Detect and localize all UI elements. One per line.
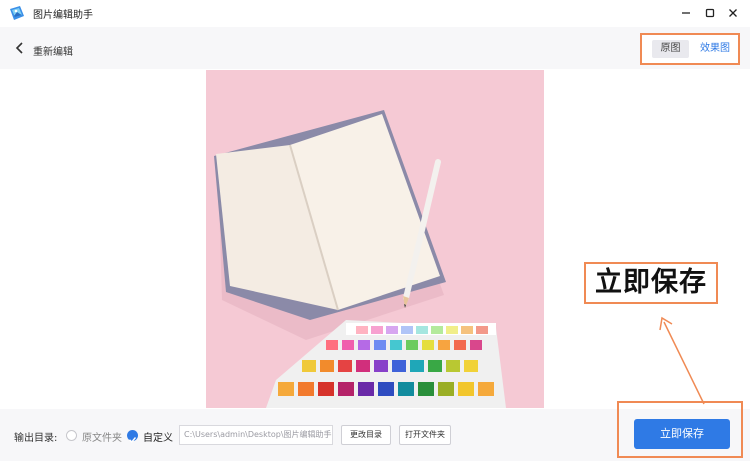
radio-source-folder-label[interactable]: 原文件夹 bbox=[82, 429, 122, 444]
title-bar: 图片编辑助手 bbox=[0, 0, 750, 27]
radio-source-folder[interactable] bbox=[66, 430, 77, 441]
radio-custom[interactable] bbox=[127, 430, 138, 444]
back-chevron-icon[interactable] bbox=[14, 41, 26, 55]
save-now-button[interactable]: 立即保存 bbox=[634, 419, 730, 449]
output-dir-label: 输出目录: bbox=[14, 433, 58, 444]
minimize-button[interactable] bbox=[677, 4, 695, 22]
minimize-icon bbox=[682, 12, 690, 14]
check-icon bbox=[129, 437, 137, 444]
preview-image bbox=[206, 70, 544, 408]
tab-original[interactable]: 原图 bbox=[652, 40, 689, 58]
radio-custom-label[interactable]: 自定义 bbox=[143, 429, 173, 444]
back-label[interactable]: 重新编辑 bbox=[33, 43, 73, 58]
app-title: 图片编辑助手 bbox=[33, 10, 93, 21]
save-callout: 立即保存 bbox=[584, 262, 718, 304]
output-path-input[interactable]: C:\Users\admin\Desktop\图片编辑助手 bbox=[179, 425, 333, 445]
app-logo-icon bbox=[10, 6, 24, 20]
maximize-icon bbox=[705, 8, 715, 18]
edit-header: 重新编辑 bbox=[0, 27, 750, 69]
tab-effect[interactable]: 效果图 bbox=[700, 40, 730, 58]
callout-text: 立即保存 bbox=[595, 267, 707, 298]
maximize-button[interactable] bbox=[701, 4, 719, 22]
view-toggle: 原图 效果图 bbox=[640, 33, 740, 65]
callout-arrow-icon bbox=[659, 316, 705, 405]
open-folder-button[interactable]: 打开文件夹 bbox=[399, 425, 451, 445]
notebook-photo bbox=[206, 70, 544, 408]
close-button[interactable] bbox=[724, 4, 742, 22]
change-dir-button[interactable]: 更改目录 bbox=[341, 425, 391, 445]
close-icon bbox=[729, 9, 737, 17]
